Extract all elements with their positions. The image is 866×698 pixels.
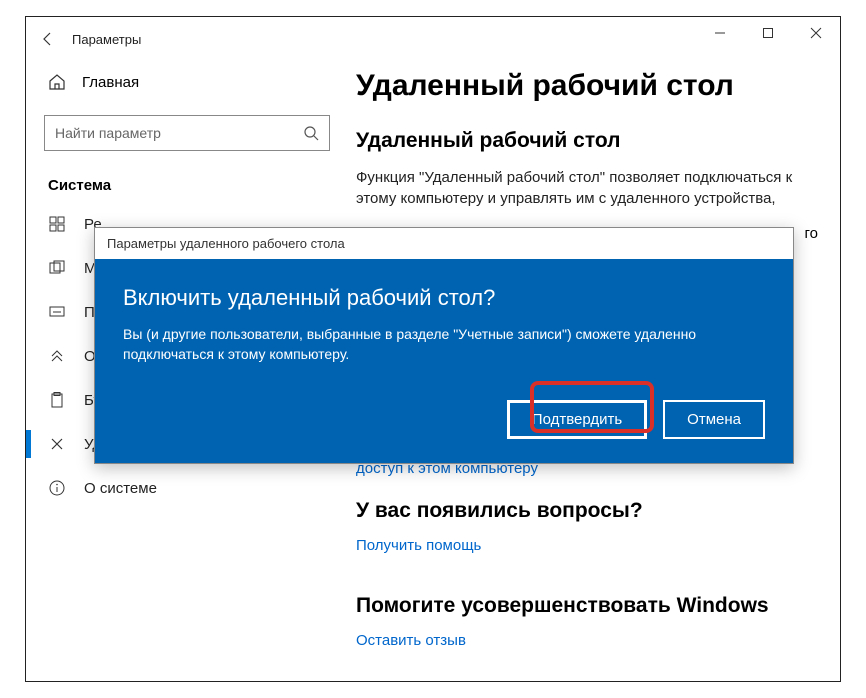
search-icon xyxy=(303,125,319,141)
apps-icon xyxy=(48,215,66,233)
page-title: Удаленный рабочий стол xyxy=(356,69,818,103)
home-icon xyxy=(48,73,66,91)
back-button[interactable] xyxy=(30,21,66,57)
dialog-title: Параметры удаленного рабочего стола xyxy=(95,228,793,259)
sidebar-section-header: Система xyxy=(44,177,332,194)
help-link[interactable]: Получить помощь xyxy=(356,537,818,554)
dialog-text: Вы (и другие пользователи, выбранные в р… xyxy=(123,325,765,364)
window-title: Параметры xyxy=(72,32,141,47)
shared-icon xyxy=(48,347,66,365)
section-title-rdp: Удаленный рабочий стол xyxy=(356,129,818,153)
clipboard-icon xyxy=(48,391,66,409)
confirm-dialog: Параметры удаленного рабочего стола Вклю… xyxy=(94,227,794,464)
dialog-buttons: Подтвердить Отмена xyxy=(123,400,765,439)
rdp-description: Функция "Удаленный рабочий стол" позволя… xyxy=(356,167,818,209)
section-title-improve: Помогите усовершенствовать Windows xyxy=(356,594,818,618)
dialog-heading: Включить удаленный рабочий стол? xyxy=(123,285,765,311)
search-input[interactable]: Найти параметр xyxy=(44,115,330,151)
search-placeholder: Найти параметр xyxy=(55,125,303,141)
close-button[interactable] xyxy=(792,17,840,49)
info-icon xyxy=(48,479,66,497)
nav-label: О системе xyxy=(84,480,157,497)
home-label: Главная xyxy=(82,74,139,91)
minimize-button[interactable] xyxy=(696,17,744,49)
remote-icon xyxy=(48,435,66,453)
multitask-icon xyxy=(48,259,66,277)
maximize-button[interactable] xyxy=(744,17,792,49)
dialog-body: Включить удаленный рабочий стол? Вы (и д… xyxy=(95,259,793,463)
titlebar: Параметры xyxy=(26,17,840,61)
project-icon xyxy=(48,303,66,321)
window-controls xyxy=(696,17,840,49)
section-title-questions: У вас появились вопросы? xyxy=(356,499,818,523)
sidebar-item-about[interactable]: О системе xyxy=(44,466,332,510)
feedback-link[interactable]: Оставить отзыв xyxy=(356,632,818,649)
cancel-button[interactable]: Отмена xyxy=(663,400,765,439)
confirm-button[interactable]: Подтвердить xyxy=(507,400,647,439)
home-nav[interactable]: Главная xyxy=(44,61,332,103)
